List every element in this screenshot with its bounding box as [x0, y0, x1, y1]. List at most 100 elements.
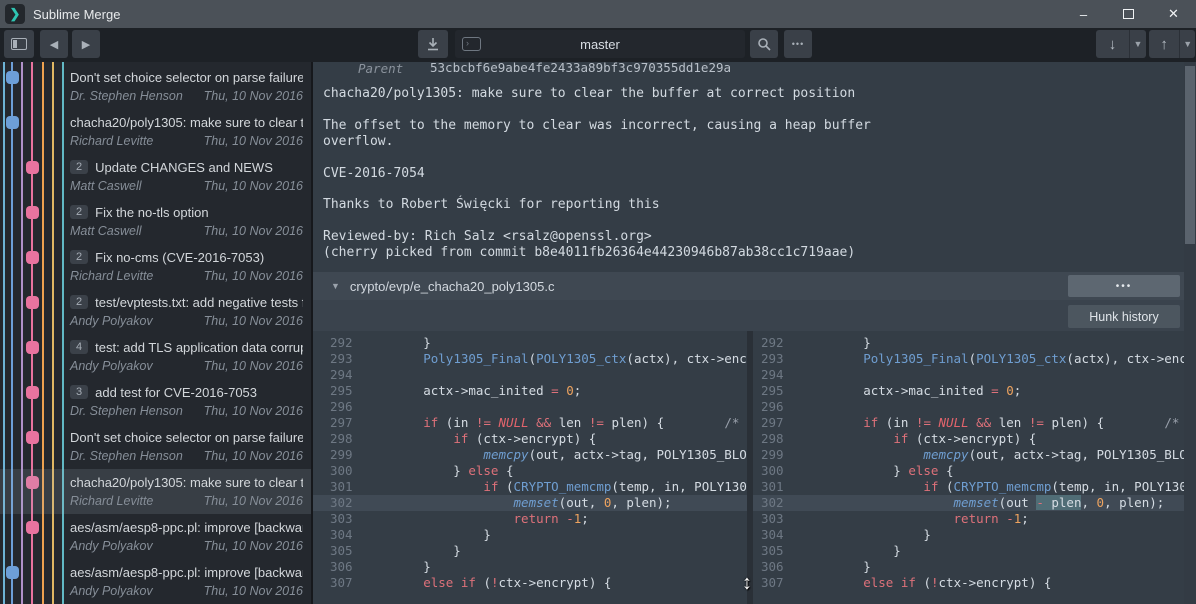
code-line[interactable]: 300 } else { [753, 463, 1184, 479]
search-button[interactable] [750, 30, 778, 58]
code-text: memset(out - plen, 0, plen); [803, 495, 1184, 511]
code-line[interactable]: 300 } else { [313, 463, 747, 479]
code-line[interactable]: 299 memcpy(out, actx->tag, POLY1305_BLOC… [313, 447, 747, 463]
code-text [363, 367, 747, 383]
code-line[interactable]: 292 } [753, 335, 1184, 351]
code-text: if (in != NULL && len != plen) { /* tls [803, 415, 1184, 431]
code-line[interactable]: 302 memset(out - plen, 0, plen); [753, 495, 1184, 511]
vertical-scrollbar-thumb[interactable] [1185, 66, 1195, 244]
code-line[interactable]: 294 [313, 367, 747, 383]
commit-row[interactable]: 2Fix no-cms (CVE-2016-7053)Richard Levit… [0, 244, 311, 289]
code-line[interactable]: 301 if (CRYPTO_memcmp(temp, in, POLY1305… [313, 479, 747, 495]
code-line[interactable]: 305 } [313, 543, 747, 559]
vertical-scrollbar[interactable] [1184, 62, 1196, 604]
code-line[interactable]: 295 actx->mac_inited = 0; [313, 383, 747, 399]
code-line[interactable]: 297 if (in != NULL && len != plen) { /* … [753, 415, 1184, 431]
code-line[interactable]: 304 } [313, 527, 747, 543]
code-token: plen [1044, 495, 1082, 510]
code-line[interactable]: 296 [313, 399, 747, 415]
commit-sidebar: Don't set choice selector on parse failu… [0, 62, 313, 604]
maximize-button[interactable] [1106, 0, 1151, 28]
diff-pane-new[interactable]: 292 }293 Poly1305_Final(POLY1305_ctx(act… [753, 331, 1184, 604]
code-line[interactable]: 307 else if (!ctx->encrypt) { [313, 575, 747, 591]
command-palette-field[interactable]: › master [455, 30, 745, 58]
code-token: (out, actx->tag, POLY1305_BLOCK_S [529, 447, 747, 462]
push-button[interactable]: ↑ ▼ [1149, 30, 1195, 58]
commit-row[interactable]: Don't set choice selector on parse failu… [0, 64, 311, 109]
code-line[interactable]: 292 } [313, 335, 747, 351]
code-token: (temp, in, POLY1305_BL [1051, 479, 1184, 494]
stage-button[interactable] [418, 30, 448, 58]
commit-date: Thu, 10 Nov 2016 [204, 494, 303, 508]
code-line[interactable]: 293 Poly1305_Final(POLY1305_ctx(actx), c… [753, 351, 1184, 367]
commit-author: Dr. Stephen Henson [70, 404, 183, 418]
code-line[interactable]: 299 memcpy(out, actx->tag, POLY1305_BLOC… [753, 447, 1184, 463]
file-more-button[interactable]: ••• [1068, 275, 1180, 297]
minimize-button[interactable]: – [1061, 0, 1106, 28]
commit-row[interactable]: Don't set choice selector on parse failu… [0, 424, 311, 469]
code-line[interactable]: 297 if (in != NULL && len != plen) { /* … [313, 415, 747, 431]
code-line[interactable]: 295 actx->mac_inited = 0; [753, 383, 1184, 399]
commit-row[interactable]: chacha20/poly1305: make sure to clear th… [0, 109, 311, 154]
code-token: (in [438, 415, 476, 430]
code-line[interactable]: 303 return -1; [753, 511, 1184, 527]
maximize-icon [1123, 9, 1134, 19]
code-line[interactable]: 307 else if (!ctx->encrypt) { [753, 575, 1184, 591]
push-chevron-down-icon[interactable]: ▼ [1180, 30, 1195, 58]
code-token: plen) { [1044, 415, 1164, 430]
diff-pane-old[interactable]: 292 }293 Poly1305_Final(POLY1305_ctx(act… [313, 331, 747, 604]
line-number: 296 [753, 399, 803, 415]
commit-row[interactable]: 3add test for CVE-2016-7053Dr. Stephen H… [0, 379, 311, 424]
commit-date: Thu, 10 Nov 2016 [204, 134, 303, 148]
code-line[interactable]: 301 if (CRYPTO_memcmp(temp, in, POLY1305… [753, 479, 1184, 495]
code-token: if [453, 431, 468, 446]
forward-button[interactable]: ▶ [72, 30, 100, 58]
code-token: memcpy [923, 447, 968, 462]
code-token: } [803, 335, 871, 350]
code-line[interactable]: 306 } [753, 559, 1184, 575]
commit-row[interactable]: 2Update CHANGES and NEWSMatt CaswellThu,… [0, 154, 311, 199]
code-token: CRYPTO_memcmp [954, 479, 1052, 494]
toolbar-more-button[interactable]: ••• [784, 30, 812, 58]
commit-title: 2Update CHANGES and NEWS [70, 157, 303, 177]
toggle-sidebar-button[interactable] [4, 30, 34, 58]
file-header[interactable]: ▼ crypto/evp/e_chacha20_poly1305.c ••• [313, 272, 1196, 300]
commit-row[interactable]: 2test/evptests.txt: add negative tests f… [0, 289, 311, 334]
commit-row[interactable]: chacha20/poly1305: make sure to clear th… [0, 469, 311, 514]
code-line[interactable]: 305 } [753, 543, 1184, 559]
commit-row[interactable]: 4test: add TLS application data corrupti… [0, 334, 311, 379]
search-icon [757, 37, 771, 51]
commit-title-text: chacha20/poly1305: make sure to clear th… [70, 115, 303, 130]
code-line[interactable]: 302 memset(out, 0, plen); [313, 495, 747, 511]
close-button[interactable]: ✕ [1151, 0, 1196, 28]
code-line[interactable]: 298 if (ctx->encrypt) { [753, 431, 1184, 447]
commit-row[interactable]: aes/asm/aesp8-ppc.pl: improve [backward]… [0, 559, 311, 604]
commit-title-text: aes/asm/aesp8-ppc.pl: improve [backward] [70, 520, 303, 535]
code-token: - [1006, 511, 1014, 526]
code-line[interactable]: 296 [753, 399, 1184, 415]
commit-row[interactable]: 2Fix the no-tls optionMatt CaswellThu, 1… [0, 199, 311, 244]
pull-chevron-down-icon[interactable]: ▼ [1130, 30, 1146, 58]
code-line[interactable]: 294 [753, 367, 1184, 383]
parent-hash[interactable]: 53cbcbf6e9abe4fe2433a89bf3c970355dd1e29a [430, 62, 731, 75]
hunk-history-button[interactable]: Hunk history [1068, 305, 1180, 328]
back-button[interactable]: ◀ [40, 30, 68, 58]
code-token: /* tls [724, 415, 747, 430]
code-token: ! [931, 575, 939, 590]
code-line[interactable]: 298 if (ctx->encrypt) { [313, 431, 747, 447]
line-number: 304 [313, 527, 363, 543]
commit-row[interactable]: aes/asm/aesp8-ppc.pl: improve [backward]… [0, 514, 311, 559]
collapse-triangle-icon[interactable]: ▼ [331, 281, 340, 291]
commit-list: Don't set choice selector on parse failu… [0, 62, 311, 604]
commit-date: Thu, 10 Nov 2016 [204, 314, 303, 328]
code-line[interactable]: 306 } [313, 559, 747, 575]
commit-title-text: Update CHANGES and NEWS [95, 160, 273, 175]
commit-title: 2Fix no-cms (CVE-2016-7053) [70, 247, 303, 267]
commit-title-text: Don't set choice selector on parse failu… [70, 70, 303, 85]
code-line[interactable]: 304 } [753, 527, 1184, 543]
pull-button[interactable]: ↓ ▼ [1096, 30, 1146, 58]
code-line[interactable]: 303 return -1; [313, 511, 747, 527]
line-number: 294 [313, 367, 363, 383]
code-text: if (in != NULL && len != plen) { /* tls [363, 415, 747, 431]
code-line[interactable]: 293 Poly1305_Final(POLY1305_ctx(actx), c… [313, 351, 747, 367]
